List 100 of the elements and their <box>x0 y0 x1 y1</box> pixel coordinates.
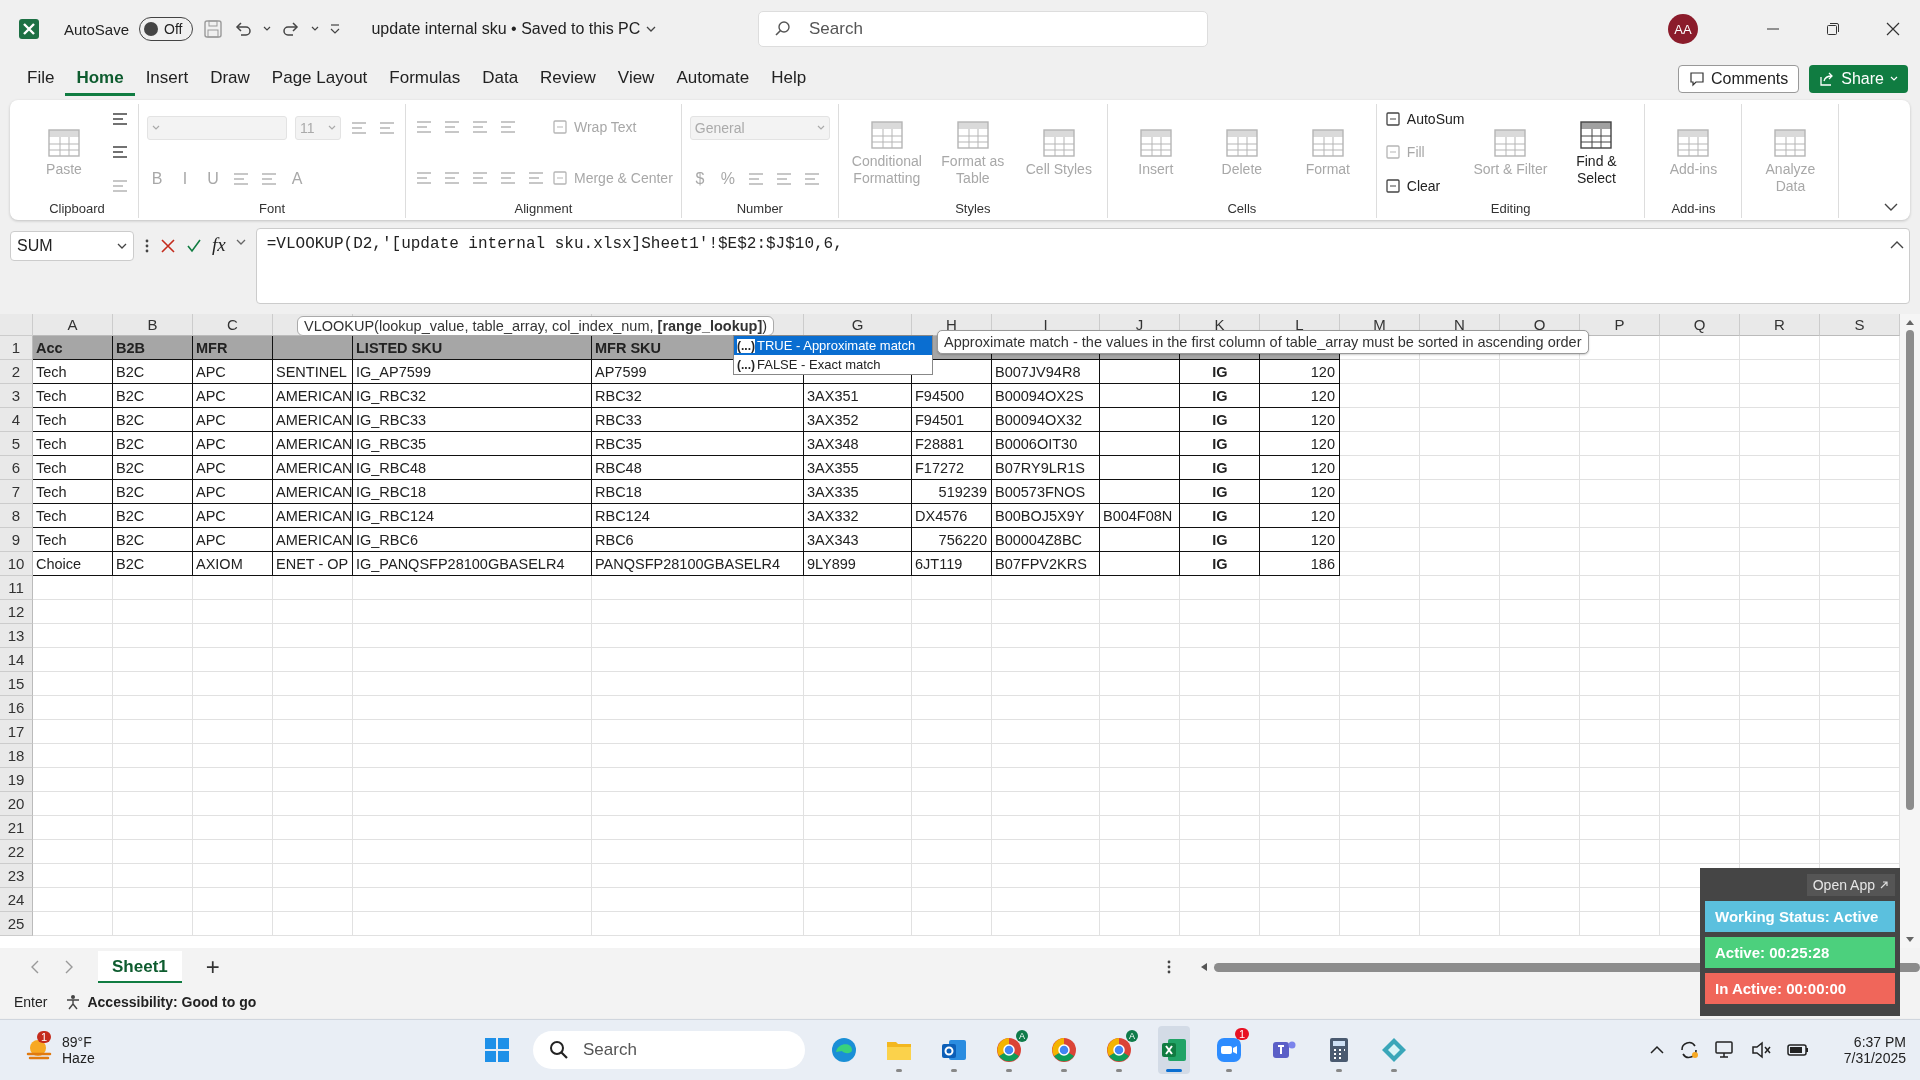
table-cell: IG <box>1180 528 1260 552</box>
autosave-label: AutoSave <box>64 20 130 38</box>
table-cell: 9LY899 <box>804 552 912 576</box>
table-cell: IG <box>1180 480 1260 504</box>
table-cell: RBC124 <box>592 504 804 528</box>
weather-label: Haze <box>62 1050 95 1066</box>
table-cell: AMERICAN <box>273 480 353 504</box>
table-cell: 3AX351 <box>804 384 912 408</box>
profile-badge: A <box>1126 1030 1138 1042</box>
table-cell: F28881 <box>912 432 992 456</box>
table-cell: IG <box>1180 360 1260 384</box>
table-cell: 120 <box>1260 504 1340 528</box>
table-cell: Tech <box>33 384 113 408</box>
notification-badge: 1 <box>37 1031 52 1043</box>
table-cell: IG_RBC48 <box>353 456 592 480</box>
group-label: Alignment <box>514 201 573 218</box>
table-cell: DX4576 <box>912 504 992 528</box>
table-cell: 519239 <box>912 480 992 504</box>
table-cell: B2C <box>113 504 193 528</box>
table-cell: B2C <box>113 384 193 408</box>
description-tooltip: Approximate match - the values in the first column of table_array must be sorted in ascending order <box>937 330 1589 354</box>
table-cell: B07RY9LR1S <box>992 456 1100 480</box>
table-cell: B2C <box>113 528 193 552</box>
table-cell: AMERICAN <box>273 504 353 528</box>
table-cell: 3AX355 <box>804 456 912 480</box>
table-cell: Tech <box>33 456 113 480</box>
mode-label: Enter <box>14 994 48 1010</box>
table-cell: B2B <box>113 336 193 360</box>
notification-badge: 1 <box>1234 1028 1249 1040</box>
group-label: Editing <box>1490 201 1531 218</box>
table-cell: ENET - OP <box>273 552 353 576</box>
table-cell: F94500 <box>912 384 992 408</box>
status-bar-item: Working Status: Active <box>1705 901 1895 932</box>
table-cell: 120 <box>1260 408 1340 432</box>
table-cell: B07FPV2KRS <box>992 552 1100 576</box>
table-cell: AMERICAN <box>273 384 353 408</box>
table-cell: 186 <box>1260 552 1340 576</box>
table-cell: 3AX352 <box>804 408 912 432</box>
status-bar-item: Active: 00:25:28 <box>1705 937 1895 968</box>
table-cell: B00094OX2S <box>992 384 1100 408</box>
table-cell: F17272 <box>912 456 992 480</box>
table-cell: Acc <box>33 336 113 360</box>
table-cell: 3AX343 <box>804 528 912 552</box>
table-cell: RBC32 <box>592 384 804 408</box>
table-cell: IG_RBC32 <box>353 384 592 408</box>
table-cell: 120 <box>1260 432 1340 456</box>
table-cell: B00004Z8BC <box>992 528 1100 552</box>
table-cell: B004F08N <box>1100 504 1180 528</box>
table-cell: B2C <box>113 432 193 456</box>
table-cell: Tech <box>33 360 113 384</box>
group-label: Cells <box>1227 201 1257 218</box>
table-cell: RBC18 <box>592 480 804 504</box>
table-cell: B2C <box>113 408 193 432</box>
table-cell: B00094OX32 <box>992 408 1100 432</box>
table-cell: RBC48 <box>592 456 804 480</box>
status-bar-item: In Active: 00:00:00 <box>1705 973 1895 1004</box>
table-cell: 120 <box>1260 360 1340 384</box>
table-cell: RBC33 <box>592 408 804 432</box>
table-cell: IG_RBC33 <box>353 408 592 432</box>
table-cell: 120 <box>1260 480 1340 504</box>
profile-badge: A <box>1016 1030 1028 1042</box>
table-cell: B00573FNOS <box>992 480 1100 504</box>
table-cell: IG <box>1180 432 1260 456</box>
table-cell: APC <box>193 480 273 504</box>
table-cell: B2C <box>113 480 193 504</box>
table-cell: PANQSFP28100GBASELR4 <box>592 552 804 576</box>
table-cell: APC <box>193 432 273 456</box>
table-cell: 6JT119 <box>912 552 992 576</box>
table-cell: AMERICAN <box>273 456 353 480</box>
table-cell: Choice <box>33 552 113 576</box>
table-cell: IG <box>1180 384 1260 408</box>
table-cell: B2C <box>113 360 193 384</box>
table-cell: B00BOJ5X9Y <box>992 504 1100 528</box>
table-cell: RBC35 <box>592 432 804 456</box>
table-cell: B2C <box>113 552 193 576</box>
table-cell: APC <box>193 384 273 408</box>
table-cell: F94501 <box>912 408 992 432</box>
temperature-label: 89°F <box>62 1034 93 1050</box>
table-cell: RBC6 <box>592 528 804 552</box>
table-cell: APC <box>193 360 273 384</box>
table-cell: IG <box>1180 456 1260 480</box>
table-cell: Tech <box>33 432 113 456</box>
table-cell: Tech <box>33 528 113 552</box>
table-cell: 3AX335 <box>804 480 912 504</box>
table-cell: APC <box>193 408 273 432</box>
group-label: Clipboard <box>49 201 105 218</box>
table-cell: IG <box>1180 408 1260 432</box>
table-cell: SENTINEL <box>273 360 353 384</box>
table-cell: APC <box>193 456 273 480</box>
table-cell: B2C <box>113 456 193 480</box>
table-cell: Tech <box>33 408 113 432</box>
table-cell: IG_RBC18 <box>353 480 592 504</box>
table-cell: IG <box>1180 552 1260 576</box>
table-cell: AMERICAN <box>273 432 353 456</box>
group-label: Font <box>259 201 285 218</box>
table-cell: 120 <box>1260 384 1340 408</box>
table-cell: 3AX332 <box>804 504 912 528</box>
table-cell: AMERICAN <box>273 408 353 432</box>
table-cell: B0006OIT30 <box>992 432 1100 456</box>
table-cell: 3AX348 <box>804 432 912 456</box>
